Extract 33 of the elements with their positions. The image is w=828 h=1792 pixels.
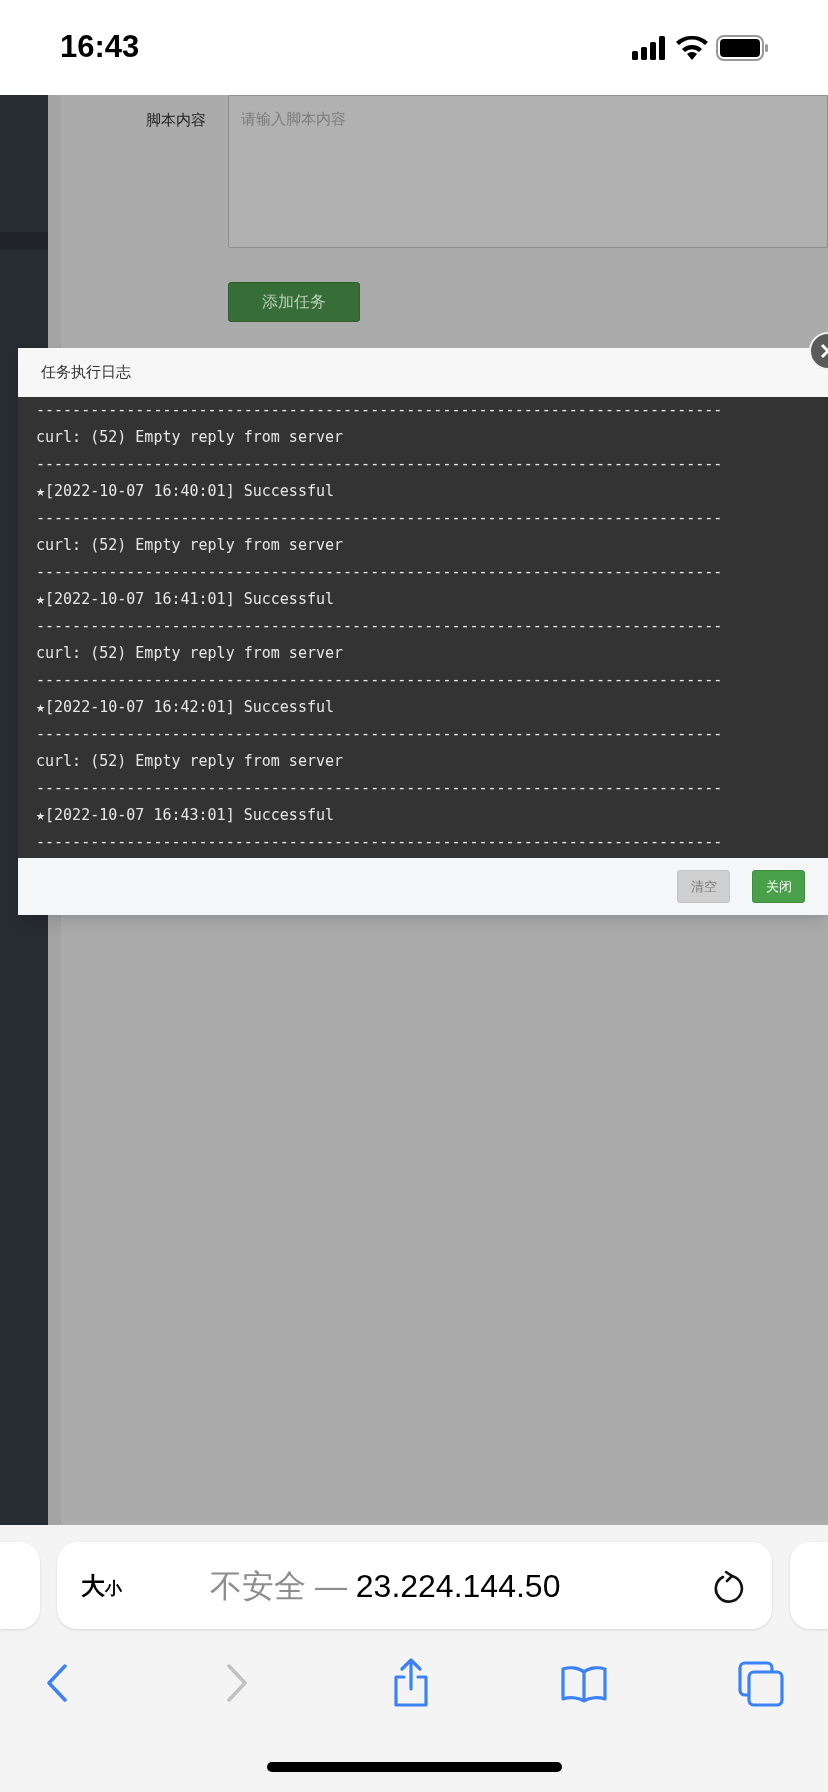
- add-task-button[interactable]: 添加任务: [228, 282, 360, 322]
- log-line: ----------------------------------------------------------------------------: [36, 400, 724, 421]
- signal-icon: [632, 35, 668, 60]
- log-line: ----------------------------------------------------------------------------: [36, 778, 724, 799]
- log-line: ★[2022-10-07 16:41:01] Successful: [36, 589, 335, 610]
- status-time: 16:43: [60, 28, 140, 67]
- log-line: ----------------------------------------------------------------------------: [36, 562, 724, 583]
- battery-icon: [716, 34, 768, 61]
- log-line: curl: (52) Empty reply from server: [36, 427, 345, 448]
- url-text[interactable]: 不安全 — 23.224.144.50: [210, 1561, 561, 1610]
- log-line: curl: (52) Empty reply from server: [36, 751, 345, 772]
- text-size-button[interactable]: 大小: [81, 1567, 122, 1604]
- back-icon[interactable]: [46, 1664, 68, 1702]
- tabs-icon[interactable]: [738, 1661, 784, 1707]
- address-bar[interactable]: 大小 不安全 — 23.224.144.50: [57, 1542, 772, 1629]
- log-line: ----------------------------------------------------------------------------: [36, 454, 724, 475]
- log-line: ----------------------------------------------------------------------------: [36, 670, 724, 691]
- close-icon[interactable]: [809, 332, 828, 370]
- log-line: ----------------------------------------------------------------------------: [36, 724, 724, 745]
- log-line: ----------------------------------------------------------------------------: [36, 508, 724, 529]
- log-line: ★[2022-10-07 16:42:01] Successful: [36, 697, 335, 718]
- log-line: ★[2022-10-07 16:43:01] Successful: [36, 805, 335, 826]
- field-label: 脚本内容: [145, 110, 207, 130]
- log-line: ----------------------------------------------------------------------------: [36, 616, 724, 637]
- log-line: ----------------------------------------------------------------------------: [36, 832, 724, 853]
- dialog-title: 任务执行日志: [41, 362, 131, 383]
- log-line: ★[2022-10-07 16:40:01] Successful: [36, 481, 335, 502]
- log-line: curl: (52) Empty reply from server: [36, 535, 345, 556]
- bookmarks-icon[interactable]: [560, 1665, 608, 1703]
- share-icon[interactable]: [391, 1658, 431, 1708]
- wifi-icon: [676, 35, 708, 60]
- log-line: curl: (52) Empty reply from server: [36, 643, 345, 664]
- reload-icon[interactable]: [713, 1568, 745, 1603]
